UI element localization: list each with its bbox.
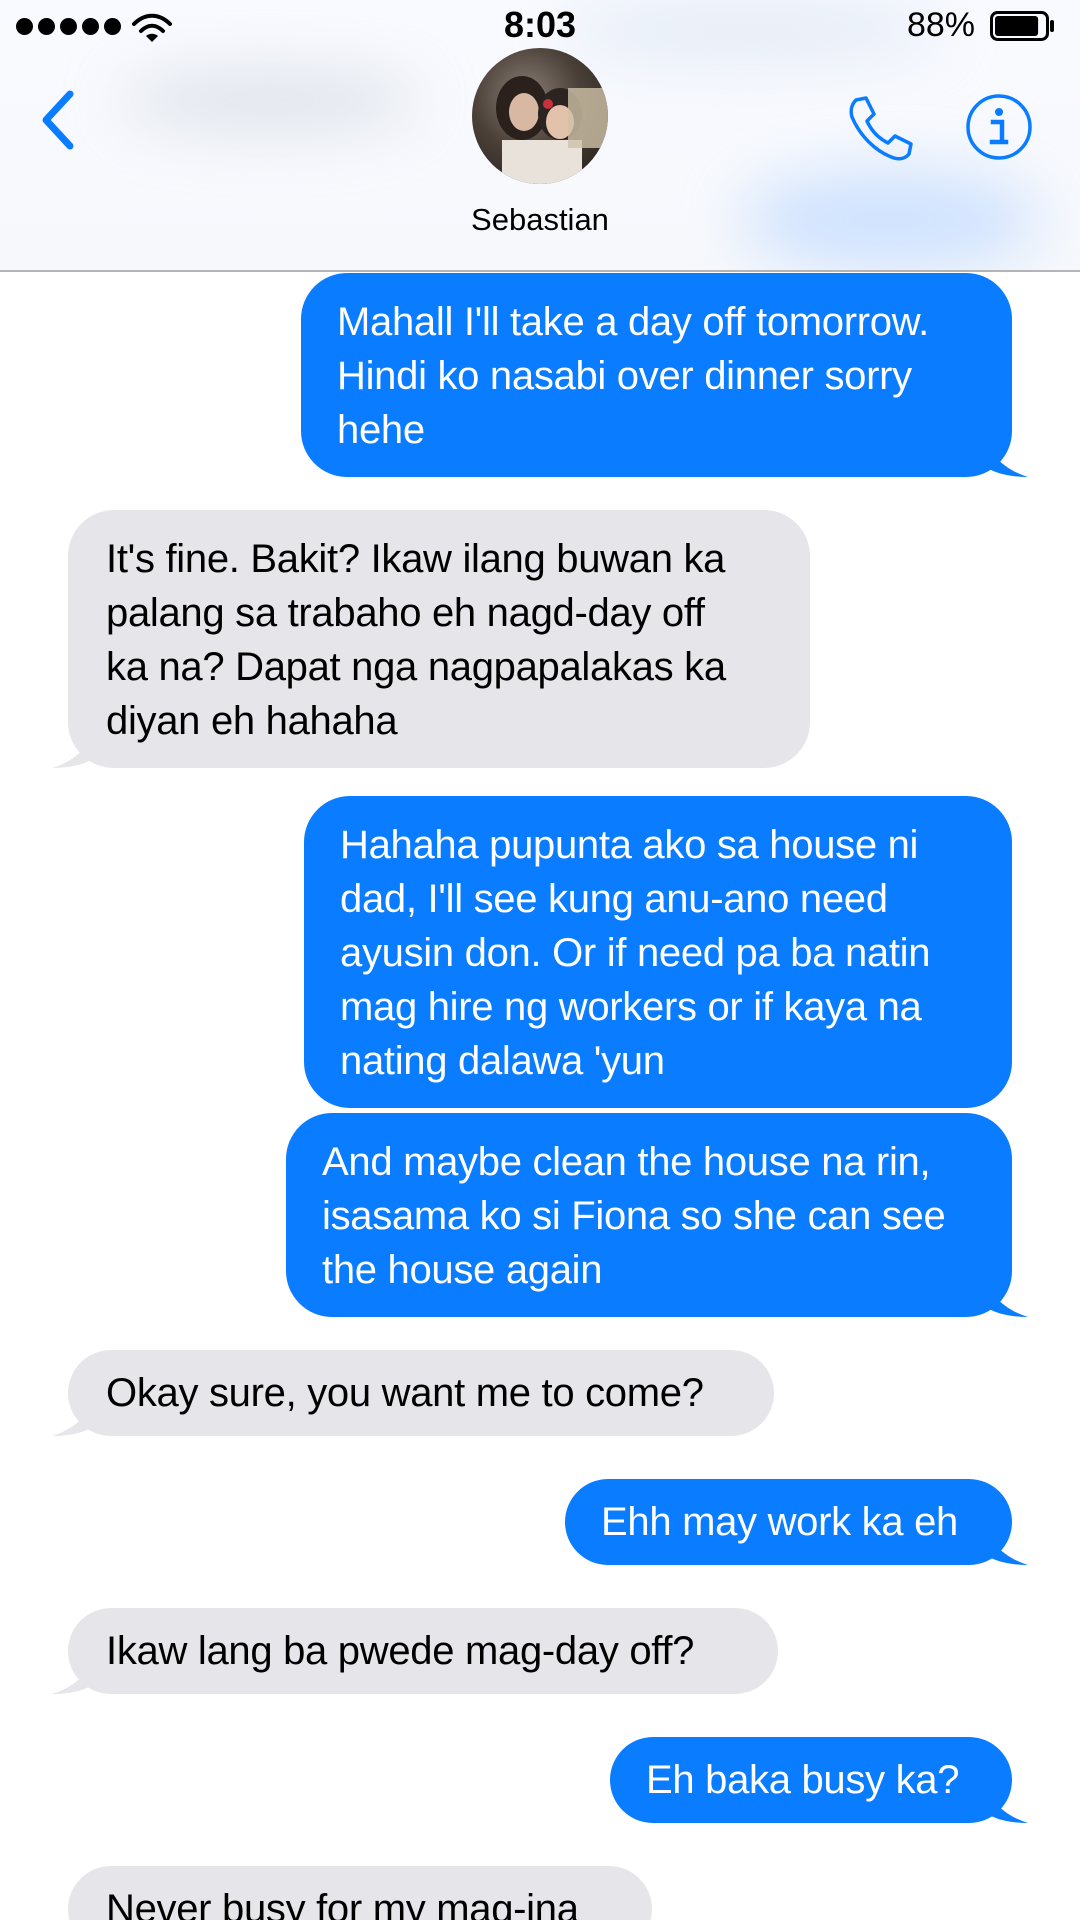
message-text: Never busy for my mag-ina — [106, 1887, 579, 1920]
message-text: Ikaw lang ba pwede mag-day off? — [106, 1629, 695, 1673]
bubble-tail — [52, 728, 96, 768]
bubble-tail — [52, 1396, 96, 1436]
bubble-tail — [984, 1525, 1028, 1565]
info-icon — [966, 94, 1032, 160]
message-text: Eh baka busy ka? — [646, 1758, 960, 1802]
battery-icon — [990, 11, 1054, 41]
message-bubble-incoming[interactable]: Ikaw lang ba pwede mag-day off? — [52, 1608, 778, 1694]
contact-avatar[interactable] — [472, 48, 608, 184]
phone-icon — [849, 96, 913, 161]
message-bubble-incoming[interactable]: It's fine. Bakit? Ikaw ilang buwan ka pa… — [52, 510, 810, 768]
bubble-tail — [984, 437, 1028, 477]
message-bubble-outgoing[interactable]: Mahall I'll take a day off tomorrow. Hin… — [301, 273, 1028, 477]
info-button[interactable] — [964, 92, 1034, 162]
avatar-photo — [496, 76, 608, 184]
message-bubble-outgoing[interactable]: Eh baka busy ka? — [610, 1737, 1028, 1823]
message-bubble-incoming[interactable]: Never busy for my mag-ina — [68, 1866, 652, 1920]
message-bubble-incoming[interactable]: Okay sure, you want me to come? — [52, 1350, 774, 1436]
bubble-tail — [984, 1277, 1028, 1317]
message-bubble-outgoing[interactable]: Ehh may work ka eh — [565, 1479, 1028, 1565]
message-bubble-outgoing[interactable]: Hahaha pupunta ako sa house ni dad, I'll… — [304, 796, 1012, 1108]
message-text: Ehh may work ka eh — [601, 1500, 958, 1544]
message-bubble-outgoing[interactable]: And maybe clean the house na rin, isasam… — [286, 1113, 1028, 1317]
message-text: Mahall I'll take a day off tomorrow. Hin… — [337, 300, 929, 452]
message-text: It's fine. Bakit? Ikaw ilang buwan ka pa… — [106, 537, 726, 743]
message-text: Hahaha pupunta ako sa house ni dad, I'll… — [340, 823, 931, 1083]
messages-screen: Mahall I'll take a day off tomorrow. Hin… — [0, 0, 1080, 1920]
header-blur-decoration — [120, 70, 420, 130]
chevron-left-icon — [42, 90, 74, 150]
contact-name[interactable]: Sebastian — [0, 202, 1080, 238]
back-button[interactable] — [30, 80, 90, 160]
bubble-tail — [984, 1783, 1028, 1823]
bubble-tail — [52, 1654, 96, 1694]
message-thread[interactable]: Mahall I'll take a day off tomorrow. Hin… — [0, 0, 1080, 1920]
battery-percentage: 88% — [906, 6, 975, 44]
status-bar: 8:03 88% — [0, 0, 1080, 52]
call-button[interactable] — [842, 90, 920, 168]
message-text: And maybe clean the house na rin, isasam… — [322, 1140, 946, 1292]
message-text: Okay sure, you want me to come? — [106, 1371, 704, 1415]
